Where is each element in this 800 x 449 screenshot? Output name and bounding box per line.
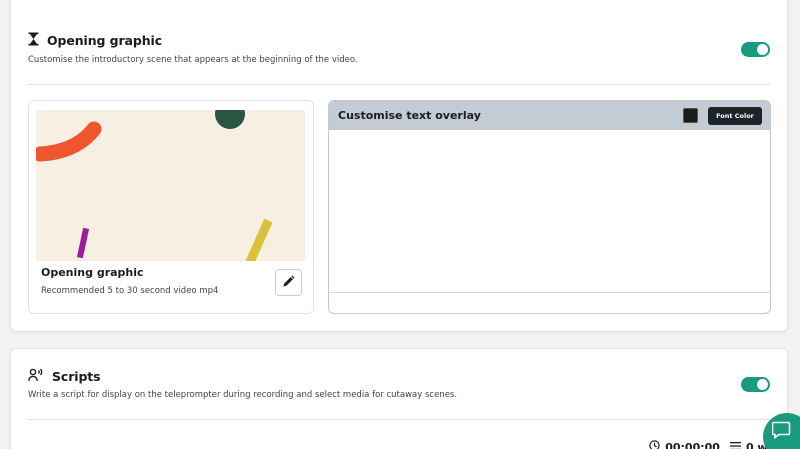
hourglass-icon bbox=[28, 31, 39, 50]
opening-thumbnail[interactable] bbox=[36, 110, 305, 261]
overlay-divider bbox=[329, 292, 770, 293]
section-divider bbox=[28, 419, 770, 420]
section-divider bbox=[28, 84, 770, 85]
font-color-button[interactable]: Font Color bbox=[708, 107, 762, 125]
duration-value: 00:00:00 bbox=[665, 440, 720, 449]
chat-icon bbox=[771, 421, 792, 443]
scripts-description: Write a script for display on the telepr… bbox=[28, 390, 458, 400]
opening-graphic-card: Opening graphic Customise the introducto… bbox=[10, 0, 788, 332]
pencil-icon bbox=[282, 273, 295, 292]
scripts-title: Scripts bbox=[52, 369, 101, 384]
text-overlay-title: Customise text overlay bbox=[338, 109, 481, 122]
speaking-person-icon bbox=[28, 367, 44, 386]
opening-media-card: Opening graphic Recommended 5 to 30 seco… bbox=[28, 100, 314, 314]
opening-graphic-title: Opening graphic bbox=[47, 33, 163, 48]
opening-media-title: Opening graphic bbox=[41, 266, 144, 279]
edit-opening-button[interactable] bbox=[275, 269, 302, 296]
opening-graphic-description: Customise the introductory scene that ap… bbox=[28, 55, 358, 65]
opening-graphic-toggle[interactable] bbox=[741, 42, 770, 57]
text-overlay-header: Customise text overlay Font Color bbox=[329, 101, 770, 130]
text-overlay-editor[interactable] bbox=[329, 130, 770, 292]
opening-graphic-header: Opening graphic bbox=[28, 31, 162, 50]
scripts-toggle[interactable] bbox=[741, 377, 770, 392]
toggle-knob bbox=[757, 44, 768, 55]
text-overlay-panel: Customise text overlay Font Color bbox=[328, 100, 771, 314]
scripts-card: Scripts Write a script for display on th… bbox=[10, 348, 795, 449]
toggle-knob bbox=[757, 379, 768, 390]
font-color-swatch[interactable] bbox=[683, 108, 698, 123]
opening-media-subtitle: Recommended 5 to 30 second video mp4 bbox=[41, 286, 219, 296]
duration-stat: 00:00:00 bbox=[649, 440, 720, 449]
scripts-header: Scripts bbox=[28, 367, 101, 386]
clock-icon bbox=[649, 440, 660, 449]
lines-icon bbox=[729, 441, 741, 449]
